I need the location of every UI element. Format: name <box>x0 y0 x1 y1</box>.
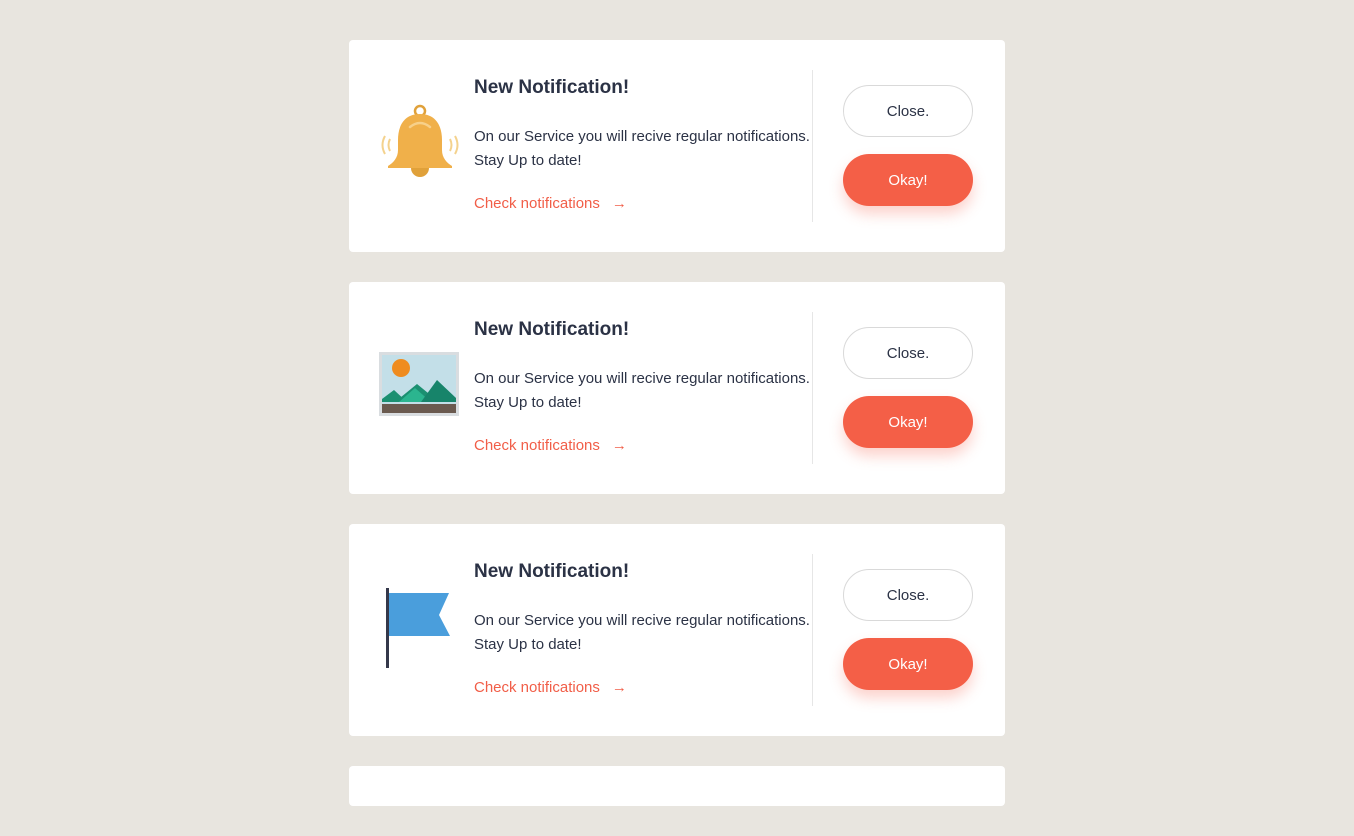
divider <box>812 70 813 222</box>
check-notifications-link[interactable]: Check notifications → <box>474 437 627 454</box>
check-notifications-link[interactable]: Check notifications → <box>474 195 627 212</box>
okay-button[interactable]: Okay! <box>843 638 973 690</box>
notification-title: New Notification! <box>474 77 630 98</box>
flag-icon <box>377 586 463 672</box>
divider <box>812 554 813 706</box>
okay-button[interactable]: Okay! <box>843 396 973 448</box>
check-notifications-link[interactable]: Check notifications → <box>474 679 627 696</box>
image-icon <box>377 344 463 430</box>
notification-message: On our Service you will recive regular n… <box>474 125 819 173</box>
divider <box>812 312 813 464</box>
link-label: Check notifications <box>474 679 600 696</box>
close-button[interactable]: Close. <box>843 569 973 621</box>
notification-message: On our Service you will recive regular n… <box>474 609 819 657</box>
notification-card: New Notification! On our Service you wil… <box>349 40 1005 252</box>
notification-message: On our Service you will recive regular n… <box>474 367 819 415</box>
message-line: On our Service you will recive regular n… <box>474 612 810 629</box>
message-line: Stay Up to date! <box>474 636 582 653</box>
notification-card: New Notification! On our Service you wil… <box>349 282 1005 494</box>
message-line: On our Service you will recive regular n… <box>474 128 810 145</box>
notification-title: New Notification! <box>474 319 630 340</box>
close-button[interactable]: Close. <box>843 327 973 379</box>
message-line: On our Service you will recive regular n… <box>474 370 810 387</box>
arrow-right-icon: → <box>611 437 627 454</box>
okay-button[interactable]: Okay! <box>843 154 973 206</box>
arrow-right-icon: → <box>611 195 627 212</box>
link-label: Check notifications <box>474 195 600 212</box>
close-button[interactable]: Close. <box>843 85 973 137</box>
link-label: Check notifications <box>474 437 600 454</box>
notification-card-partial <box>349 766 1005 806</box>
message-line: Stay Up to date! <box>474 152 582 169</box>
bell-icon <box>377 102 463 188</box>
notification-card: New Notification! On our Service you wil… <box>349 524 1005 736</box>
message-line: Stay Up to date! <box>474 394 582 411</box>
notification-title: New Notification! <box>474 561 630 582</box>
notification-list: New Notification! On our Service you wil… <box>349 40 1005 836</box>
arrow-right-icon: → <box>611 679 627 696</box>
